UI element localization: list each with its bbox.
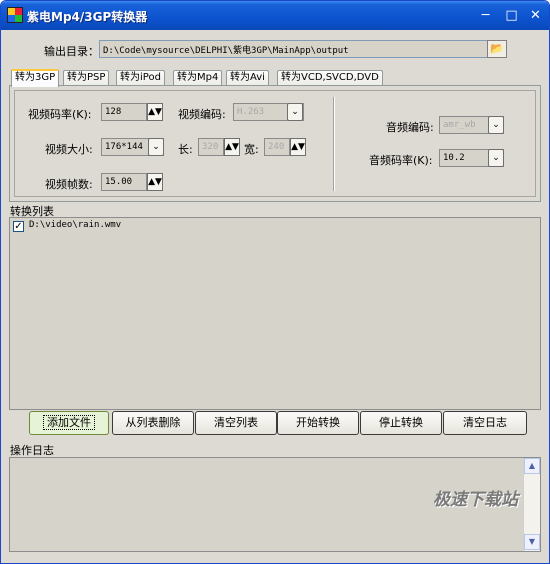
client-area: 输出目录： D:\Code\mysource\DELPHI\紫电3GP\Main… [4, 30, 546, 562]
spin-arrows-icon[interactable]: ▲▼ [147, 173, 163, 191]
item-checkbox[interactable]: ✓ [13, 221, 24, 232]
length-value[interactable]: 320 [198, 138, 224, 156]
clear-list-button[interactable]: 清空列表 [195, 411, 277, 435]
section-divider [333, 97, 335, 191]
audio-codec-select[interactable]: amr_wb ⌄ [439, 116, 504, 134]
spin-arrows-icon[interactable]: ▲▼ [290, 138, 306, 156]
window-title: 紫电Mp4/3GP转换器 [27, 10, 148, 24]
video-size-label: 视频大小: [45, 143, 93, 156]
maximize-button[interactable]: □ [501, 6, 522, 27]
remove-from-list-button[interactable]: 从列表删除 [112, 411, 194, 435]
app-window: 紫电Mp4/3GP转换器 ─ □ ✕ 输出目录： D:\Code\mysourc… [0, 0, 550, 564]
tab-3gp[interactable]: 转为3GP [11, 69, 60, 87]
output-dir-field[interactable]: D:\Code\mysource\DELPHI\紫电3GP\MainApp\ou… [99, 40, 489, 58]
video-fps-value[interactable]: 15.00 [101, 173, 147, 191]
output-dir-label: 输出目录： [44, 45, 99, 58]
width-label: 宽: [244, 143, 259, 156]
log-title: 操作日志 [10, 444, 54, 457]
tab-psp[interactable]: 转为PSP [63, 70, 110, 86]
width-spinner[interactable]: 240 ▲▼ [264, 138, 306, 156]
tab-ipod[interactable]: 转为iPod [116, 70, 165, 86]
clear-log-button[interactable]: 清空日志 [443, 411, 527, 435]
audio-bitrate-label: 音频码率(K): [369, 154, 433, 167]
length-label: 长: [178, 143, 193, 156]
folder-icon: 📂 [490, 42, 504, 55]
chevron-down-icon[interactable]: ⌄ [287, 103, 303, 121]
title-bar[interactable]: 紫电Mp4/3GP转换器 ─ □ ✕ [1, 1, 549, 30]
length-spinner[interactable]: 320 ▲▼ [198, 138, 240, 156]
start-convert-button[interactable]: 开始转换 [277, 411, 359, 435]
video-fps-spinner[interactable]: 15.00 ▲▼ [101, 173, 163, 191]
video-codec-label: 视频编码: [178, 108, 226, 121]
chevron-down-icon[interactable]: ⌄ [488, 116, 504, 134]
watermark-logo: 极速下载站 [433, 490, 518, 510]
spin-arrows-icon[interactable]: ▲▼ [224, 138, 240, 156]
tab-panel-3gp: 视频码率(K): 128 ▲▼ 视频编码: H.263 ⌄ 视频大小: 176*… [9, 85, 541, 202]
tab-mp4[interactable]: 转为Mp4 [173, 70, 223, 86]
audio-bitrate-select[interactable]: 10.2 ⌄ [439, 149, 504, 167]
scroll-down-icon[interactable]: ▼ [524, 534, 540, 550]
browse-folder-button[interactable]: 📂 [487, 40, 507, 58]
audio-codec-label: 音频编码: [386, 121, 434, 134]
add-file-button[interactable]: 添加文件 [29, 411, 109, 435]
chevron-down-icon[interactable]: ⌄ [148, 138, 164, 156]
log-scrollbar[interactable]: ▲ ▼ [523, 458, 540, 551]
width-value[interactable]: 240 [264, 138, 290, 156]
video-codec-select[interactable]: H.263 ⌄ [233, 103, 304, 121]
stop-convert-button[interactable]: 停止转换 [360, 411, 442, 435]
spin-arrows-icon[interactable]: ▲▼ [147, 103, 163, 121]
item-path: D:\video\rain.wmv [29, 220, 122, 230]
tab-vcd-svcd-dvd[interactable]: 转为VCD,SVCD,DVD [277, 70, 383, 86]
app-logo-icon [7, 7, 23, 23]
video-size-select[interactable]: 176*144 ⌄ [101, 138, 164, 156]
minimize-button[interactable]: ─ [475, 6, 496, 27]
video-bitrate-spinner[interactable]: 128 ▲▼ [101, 103, 163, 121]
scroll-up-icon[interactable]: ▲ [524, 458, 540, 474]
video-bitrate-value[interactable]: 128 [101, 103, 147, 121]
chevron-down-icon[interactable]: ⌄ [488, 149, 504, 167]
video-bitrate-label: 视频码率(K): [28, 108, 92, 121]
add-file-label: 添加文件 [43, 415, 95, 430]
video-fps-label: 视频帧数: [45, 178, 93, 191]
convert-list[interactable]: ✓ D:\video\rain.wmv [9, 217, 541, 410]
close-button[interactable]: ✕ [525, 6, 546, 27]
settings-frame: 视频码率(K): 128 ▲▼ 视频编码: H.263 ⌄ 视频大小: 176*… [14, 90, 536, 197]
tab-avi[interactable]: 转为Avi [226, 70, 269, 86]
